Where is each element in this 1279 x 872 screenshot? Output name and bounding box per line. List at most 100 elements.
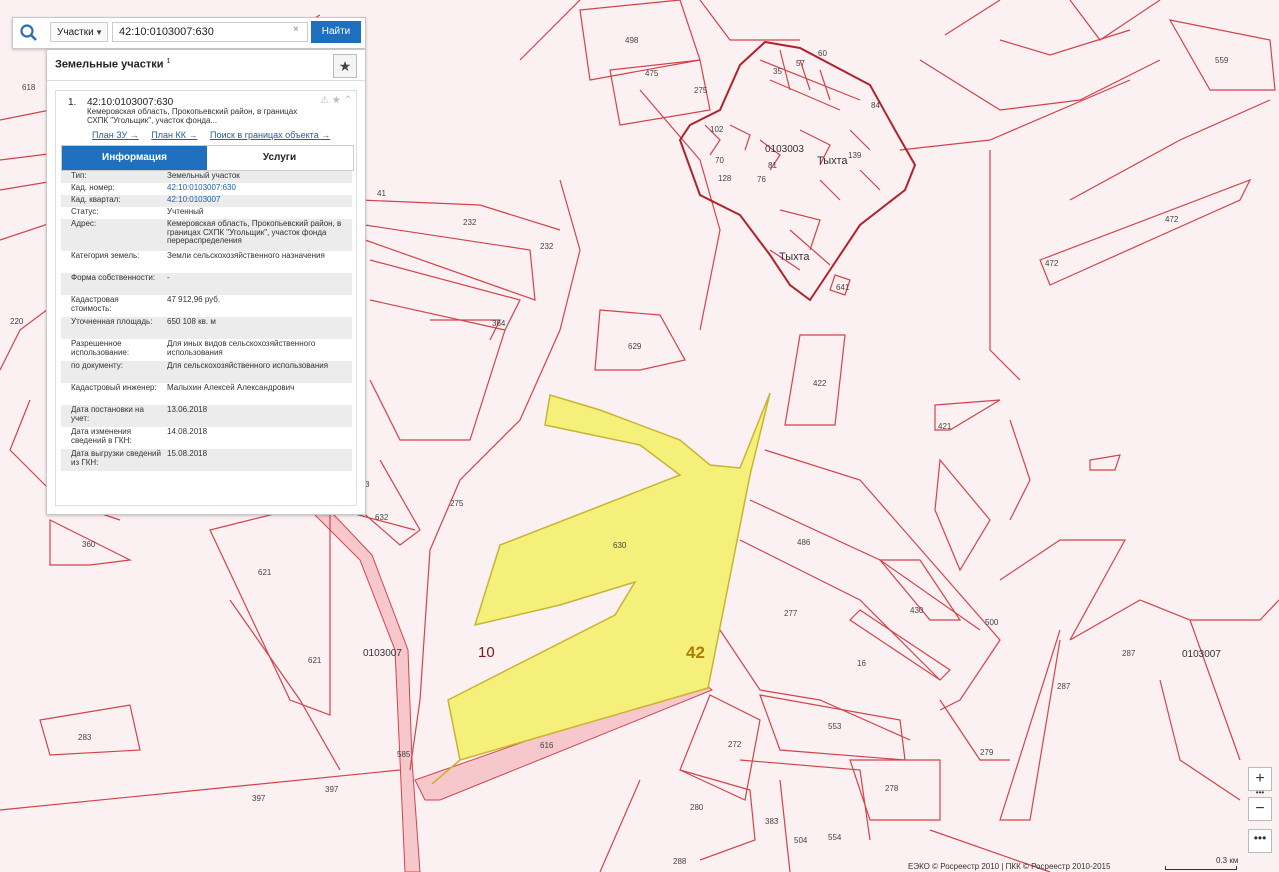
chevron-down-icon: ▼ xyxy=(95,28,103,37)
plan-zu-link[interactable]: План ЗУ → xyxy=(92,130,139,140)
parcel-number-label: 139 xyxy=(848,151,862,160)
parcel-number-label: 430 xyxy=(910,606,924,615)
parcel-number-label: 629 xyxy=(628,342,642,351)
zoom-out-button[interactable]: − xyxy=(1248,797,1272,821)
property-value[interactable]: 42:10:0103007 xyxy=(167,195,342,205)
parcel-number-label: 60 xyxy=(818,49,827,58)
parcel-number-label: 553 xyxy=(828,722,842,731)
property-key: Кад. номер: xyxy=(71,183,115,192)
property-key: Форма собственности: xyxy=(71,273,156,282)
property-value: 13.06.2018 xyxy=(167,405,208,414)
property-key: по документу: xyxy=(71,361,123,370)
properties-table: Тип: Земельный участок Кад. номер: 42:10:01… xyxy=(61,171,352,471)
property-value: 15.08.2018 xyxy=(167,449,208,458)
find-button[interactable]: Найти xyxy=(311,21,361,43)
parcel-number-label: 232 xyxy=(463,218,477,227)
plan-kk-link[interactable]: План КК → xyxy=(151,130,197,140)
parcel-number-label: 128 xyxy=(718,174,732,183)
search-icon[interactable] xyxy=(19,23,41,43)
parcel-number-label: 102 xyxy=(710,125,724,134)
property-row: Кадастровый инженер: Малыхин Алексей Алек… xyxy=(61,383,352,405)
parcel-number-label: 397 xyxy=(252,794,266,803)
property-value: Для иных видов сельскохозяйственного исп… xyxy=(167,339,316,357)
property-value[interactable]: 42:10:0103007:630 xyxy=(167,183,342,193)
parcel-number-label: 283 xyxy=(78,733,92,742)
parcel-number-label: 632 xyxy=(375,513,389,522)
result-item: 1. 42:10:0103007:630 Кемеровская область… xyxy=(55,90,357,506)
property-key: Дата изменения сведений в ГКН: xyxy=(71,427,132,445)
property-value: - xyxy=(167,273,170,282)
parcel-number-label: 278 xyxy=(885,784,899,793)
parcel-number-label: 554 xyxy=(828,833,842,842)
property-value: Малыхин Алексей Александрович xyxy=(167,383,295,392)
parcel-number-label: 500 xyxy=(985,618,999,627)
parcel-number-label: 616 xyxy=(540,741,554,750)
layer-select[interactable]: Участки ▼ xyxy=(50,22,108,42)
property-row: Статус: Учтенный xyxy=(61,207,352,219)
parcel-number-label: 277 xyxy=(784,609,798,618)
property-value: Для сельскохозяйственного использования xyxy=(167,361,329,370)
more-options-button[interactable]: ••• xyxy=(1248,829,1272,853)
parcel-number-label: 288 xyxy=(673,857,687,866)
property-row: Разрешенное использование: Для иных видов… xyxy=(61,339,352,361)
parcel-number-label: 364 xyxy=(492,319,506,328)
property-row: Кад. номер: 42:10:0103007:630 xyxy=(61,183,352,195)
town-label: Тыхта xyxy=(817,155,848,167)
property-key: Тип: xyxy=(71,171,87,180)
parcel-number-label: 498 xyxy=(625,36,639,45)
parcel-number-label: 280 xyxy=(690,803,704,812)
clear-icon[interactable]: × xyxy=(293,24,299,35)
quarter-label-left: 0103007 xyxy=(363,648,402,659)
panel-header: Земельные участки 1 ★ xyxy=(47,50,365,81)
parcel-number-label: 504 xyxy=(794,836,808,845)
search-input[interactable] xyxy=(112,22,308,42)
property-key: Дата выгрузки сведений из ГКН: xyxy=(71,449,161,467)
result-actions-icon[interactable]: ⚠ ★ ⌃ xyxy=(320,95,352,106)
region-number-label: 10 xyxy=(478,644,495,661)
parcel-number-label: 287 xyxy=(1057,682,1071,691)
result-address: Кемеровская область, Прокопьевский район… xyxy=(87,107,298,125)
property-row: Тип: Земельный участок xyxy=(61,171,352,183)
tab-information[interactable]: Информация xyxy=(62,146,207,170)
property-key: Статус: xyxy=(71,207,99,216)
district-number-label: 42 xyxy=(686,643,705,662)
property-value: 47 912,96 руб. xyxy=(167,295,221,304)
tab-services[interactable]: Услуги xyxy=(207,146,352,170)
star-icon[interactable]: ★ xyxy=(333,54,357,78)
parcel-number-label: 618 xyxy=(22,83,36,92)
highlighted-parcel-label: 630 xyxy=(613,541,627,550)
parcel-number-label: 57 xyxy=(796,59,805,68)
layer-select-label: Участки xyxy=(57,27,94,38)
parcel-number-label: 585 xyxy=(397,750,411,759)
parcel-number-label: 421 xyxy=(938,422,952,431)
quarter-label-right: 0103007 xyxy=(1182,649,1221,660)
property-row: Адрес: Кемеровская область, Прокопьевский… xyxy=(61,219,352,251)
parcel-number-label: 81 xyxy=(768,161,777,170)
parcel-number-label: 76 xyxy=(757,175,766,184)
parcel-number-label: 279 xyxy=(980,748,994,757)
parcel-number-label: 422 xyxy=(813,379,827,388)
parcel-number-label: 220 xyxy=(10,317,24,326)
parcel-number-label: 35 xyxy=(773,67,782,76)
scale-bar xyxy=(1165,866,1237,870)
search-in-bounds-link[interactable]: Поиск в границах объекта → xyxy=(210,130,330,140)
property-key: Адрес: xyxy=(71,219,97,228)
road-strip xyxy=(298,497,421,872)
parcel-number-label: 360 xyxy=(82,540,96,549)
property-key: Кадастровая стоимость: xyxy=(71,295,119,313)
result-links: План ЗУ → План КК → Поиск в границах объ… xyxy=(92,130,340,140)
parcel-number-label: 41 xyxy=(377,189,386,198)
parcel-number-label: 232 xyxy=(540,242,554,251)
town-label-2: Тыхта xyxy=(779,251,810,263)
parcel-number-label: 275 xyxy=(450,499,464,508)
parcel-number-label: 16 xyxy=(857,659,866,668)
parcel-number-label: 397 xyxy=(325,785,339,794)
property-row: Кадастровая стоимость: 47 912,96 руб. xyxy=(61,295,352,317)
property-row: Дата выгрузки сведений из ГКН: 15.08.2018 xyxy=(61,449,352,471)
results-panel: Земельные участки 1 ★ 1. 42:10:0103007:6… xyxy=(46,49,366,515)
panel-title-text: Земельные участки xyxy=(55,58,164,71)
result-count: 1 xyxy=(166,58,171,65)
parcel-number-label: 621 xyxy=(258,568,272,577)
property-row: Дата изменения сведений в ГКН: 14.08.2018 xyxy=(61,427,352,449)
parcel-number-label: 621 xyxy=(308,656,322,665)
